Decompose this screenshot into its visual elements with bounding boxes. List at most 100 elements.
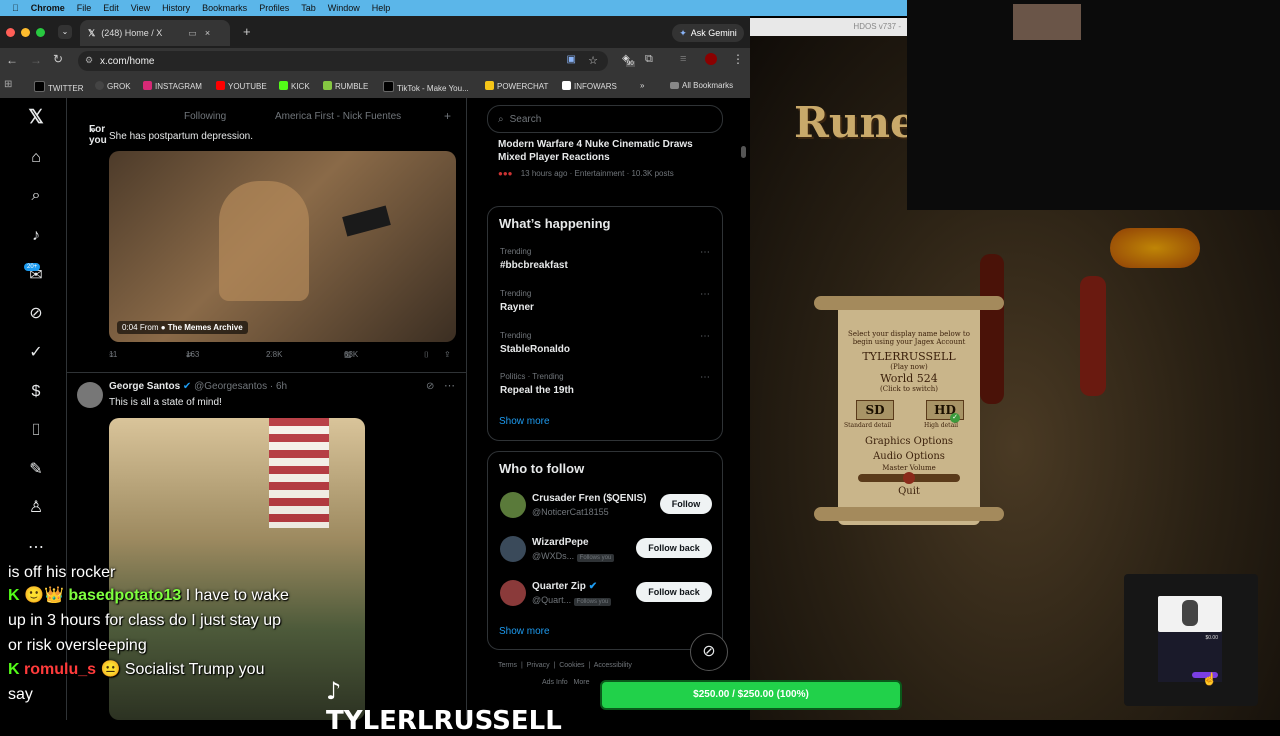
notifications-bell-icon[interactable]: ♪ <box>26 226 46 246</box>
avatar[interactable] <box>500 536 526 562</box>
bookmarks-overflow[interactable]: » <box>640 81 644 90</box>
minimize-window-button[interactable] <box>21 28 30 37</box>
menu-edit[interactable]: Edit <box>103 3 119 13</box>
bookmark-tiktok[interactable]: TikTok - Make You... <box>383 81 469 93</box>
back-icon[interactable]: ← <box>6 53 18 67</box>
bookmark-post-icon[interactable]: ⌷ <box>424 350 429 360</box>
cast-icon[interactable]: ≡ <box>680 53 686 65</box>
quit-button[interactable]: Quit <box>838 486 980 497</box>
npc-figure[interactable] <box>1080 276 1106 396</box>
trend-item[interactable]: Politics · Trending Repeal the 19th <box>500 372 574 396</box>
chrome-menu-icon[interactable]: ⋮ <box>732 52 744 66</box>
bookmark-infowars[interactable]: INFOWARS <box>562 81 617 91</box>
trend-item[interactable]: Trending StableRonaldo <box>500 331 570 355</box>
new-tab-icon[interactable]: + <box>243 24 251 39</box>
follow-back-button[interactable]: Follow back <box>636 538 712 558</box>
bookmark-grok[interactable]: GROK <box>95 81 131 91</box>
tab-close-icon[interactable]: × <box>205 28 210 38</box>
post-more-icon[interactable]: ⋯ <box>444 379 455 392</box>
follow-button[interactable]: Follow <box>660 494 712 514</box>
menu-history[interactable]: History <box>162 3 190 13</box>
extensions-puzzle-icon[interactable]: ⧉ <box>645 53 653 66</box>
bookmark-rumble[interactable]: RUMBLE <box>323 81 368 91</box>
grok-explain-icon[interactable]: ⊘ <box>426 381 434 392</box>
tab-search-icon[interactable]: ⌄ <box>58 25 72 39</box>
avatar[interactable] <box>500 580 526 606</box>
show-more-follows[interactable]: Show more <box>499 626 550 637</box>
profile-icon[interactable]: ♙ <box>26 498 46 518</box>
trend-item[interactable]: Trending Rayner <box>500 289 534 313</box>
all-bookmarks[interactable]: All Bookmarks <box>670 81 733 90</box>
footer-privacy[interactable]: Privacy <box>527 662 550 669</box>
graphics-options-button[interactable]: Graphics Options <box>838 436 980 447</box>
author-name[interactable]: George Santos <box>109 381 180 392</box>
bookmarks-icon[interactable]: ⌷ <box>26 421 46 441</box>
follow-suggestion[interactable]: Crusader Fren ($QENIS) @NoticerCat18155 … <box>500 492 712 522</box>
display-name[interactable]: TYLERRUSSELL <box>838 350 980 363</box>
site-info-icon[interactable]: ⚙ <box>85 55 93 66</box>
npc-figure[interactable] <box>980 254 1004 404</box>
reload-icon[interactable]: ↻ <box>53 52 63 66</box>
sd-button[interactable]: SD <box>856 400 894 420</box>
avatar[interactable] <box>500 492 526 518</box>
grok-icon[interactable]: ⊘ <box>26 304 46 324</box>
follow-suggestion[interactable]: Quarter Zip ✔ @Quart... Follows you Foll… <box>500 580 712 610</box>
trend-item[interactable]: Trending #bbcbreakfast <box>500 247 568 271</box>
avatar[interactable] <box>77 382 103 408</box>
bookmark-youtube[interactable]: YOUTUBE <box>216 81 267 91</box>
menu-tab[interactable]: Tab <box>301 3 316 13</box>
footer-more[interactable]: More <box>574 679 590 686</box>
footer-cookies[interactable]: Cookies <box>559 662 584 669</box>
apps-grid-icon[interactable]: ⊞ <box>4 79 12 90</box>
video-source[interactable]: The Memes Archive <box>168 323 243 332</box>
scrollbar-thumb[interactable] <box>741 146 746 158</box>
add-tab-icon[interactable]: + <box>444 109 451 123</box>
author-handle[interactable]: @Georgesantos · 6h <box>194 381 287 392</box>
follow-back-button[interactable]: Follow back <box>636 582 712 602</box>
ask-gemini-button[interactable]: ✦ Ask Gemini <box>672 24 744 42</box>
grok-floating-button[interactable]: ⊘ <box>690 633 728 671</box>
more-icon[interactable]: ⋯ <box>26 538 46 558</box>
bookmark-kick[interactable]: KICK <box>279 81 310 91</box>
tab-list-america-first[interactable]: America First - Nick Fuentes <box>275 111 401 122</box>
bookmark-powerchat[interactable]: POWERCHAT <box>485 81 548 91</box>
top-story-title[interactable]: Modern Warfare 4 Nuke Cinematic Draws Mi… <box>498 138 713 164</box>
post-video[interactable]: 0:04 From ● The Memes Archive <box>109 151 456 342</box>
trend-more-icon[interactable]: ⋯ <box>700 331 710 342</box>
close-window-button[interactable] <box>6 28 15 37</box>
trend-more-icon[interactable]: ⋯ <box>700 289 710 300</box>
footer-accessibility[interactable]: Accessibility <box>594 662 632 669</box>
search-icon[interactable]: ⌕ <box>26 186 46 206</box>
menu-help[interactable]: Help <box>372 3 391 13</box>
menu-bookmarks[interactable]: Bookmarks <box>202 3 247 13</box>
x-logo-icon[interactable]: 𝕏 <box>26 108 46 128</box>
share-icon[interactable]: ⇪ <box>444 350 451 359</box>
menu-view[interactable]: View <box>131 3 150 13</box>
trend-more-icon[interactable]: ⋯ <box>700 247 710 258</box>
zoom-window-button[interactable] <box>36 28 45 37</box>
trend-more-icon[interactable]: ⋯ <box>700 372 710 383</box>
home-icon[interactable]: ⌂ <box>26 148 46 168</box>
bookmark-twitter[interactable]: TWITTER <box>34 81 84 93</box>
address-bar[interactable]: ⚙ x.com/home ▣ ☆ <box>78 51 608 71</box>
bookmark-instagram[interactable]: INSTAGRAM <box>143 81 202 91</box>
profile-avatar[interactable] <box>705 53 717 65</box>
install-app-icon[interactable]: ▣ <box>567 54 576 65</box>
menu-app-name[interactable]: Chrome <box>31 3 65 13</box>
follow-suggestion[interactable]: WizardPepe @WXDs... Follows you Follow b… <box>500 536 712 566</box>
tab-audio-icon[interactable]: ▭ <box>188 28 197 39</box>
communities-icon[interactable]: ✓ <box>26 343 46 363</box>
volume-slider-knob[interactable] <box>903 472 915 484</box>
tab-x-home[interactable]: 𝕏 (248) Home / X ▭ × <box>80 20 230 46</box>
volume-slider[interactable] <box>858 472 960 484</box>
apple-icon[interactable]:  <box>12 3 19 13</box>
articles-icon[interactable]: ✎ <box>26 460 46 480</box>
tab-following[interactable]: Following <box>184 111 226 122</box>
search-input[interactable]: ⌕ Search <box>487 105 723 133</box>
world-selector[interactable]: World 524 <box>838 372 980 385</box>
menu-file[interactable]: File <box>77 3 92 13</box>
menu-profiles[interactable]: Profiles <box>259 3 289 13</box>
forward-icon[interactable]: → <box>30 53 42 67</box>
premium-icon[interactable]: $ <box>26 382 46 402</box>
audio-options-button[interactable]: Audio Options <box>838 451 980 462</box>
